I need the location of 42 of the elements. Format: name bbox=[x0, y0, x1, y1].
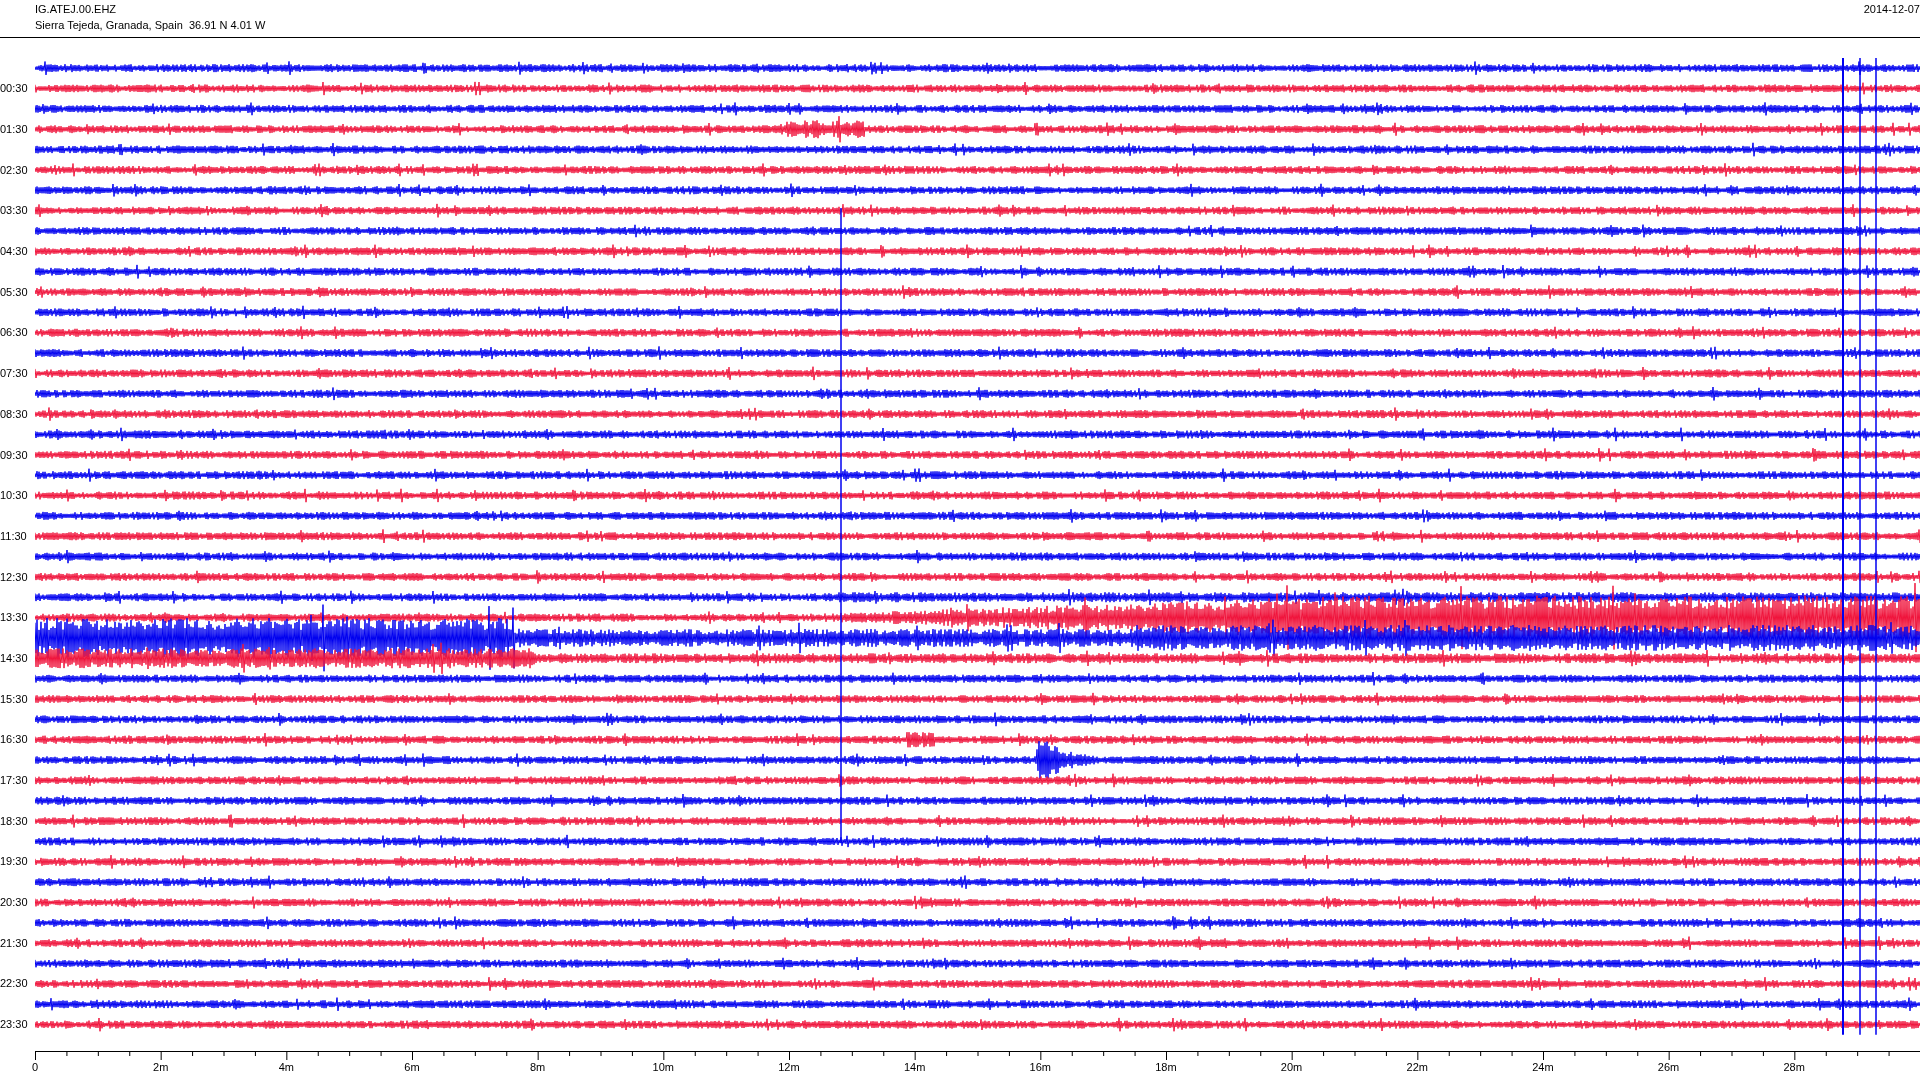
time-tick-label: 22m bbox=[1406, 1060, 1428, 1073]
time-tick-label: 2m bbox=[153, 1060, 169, 1073]
hour-label: 01:30 bbox=[0, 122, 29, 138]
time-tick-label: 0 bbox=[31, 1060, 39, 1073]
hour-label: 08:30 bbox=[0, 406, 29, 422]
time-tick-label: 6m bbox=[404, 1060, 420, 1073]
time-tick-label: 8m bbox=[530, 1060, 546, 1073]
time-tick-label: 18m bbox=[1155, 1060, 1177, 1073]
time-tick-label: 10m bbox=[652, 1060, 674, 1073]
hour-label: 23:30 bbox=[0, 1017, 29, 1033]
hour-label: 17:30 bbox=[0, 773, 29, 789]
hour-label: 21:30 bbox=[0, 935, 29, 951]
hour-label: 16:30 bbox=[0, 732, 29, 748]
time-tick-label: 16m bbox=[1029, 1060, 1051, 1073]
hour-label: 07:30 bbox=[0, 366, 29, 382]
hour-label: 22:30 bbox=[0, 976, 29, 992]
hour-label: 03:30 bbox=[0, 203, 29, 219]
hour-label: 02:30 bbox=[0, 162, 29, 178]
hour-label: 04:30 bbox=[0, 244, 29, 260]
hour-label: 19:30 bbox=[0, 854, 29, 870]
hour-label: 06:30 bbox=[0, 325, 29, 341]
hour-label: 20:30 bbox=[0, 895, 29, 911]
hour-label: 11:30 bbox=[0, 528, 28, 544]
hour-label: 13:30 bbox=[0, 610, 29, 626]
hour-label: 10:30 bbox=[0, 488, 29, 504]
hour-label: 18:30 bbox=[0, 813, 29, 829]
station-location: Sierra Tejeda, Granada, Spain 36.91 N 4.01 W bbox=[35, 19, 266, 32]
time-tick-label: 26m bbox=[1657, 1060, 1680, 1073]
record-date: 2014-12-07 bbox=[1863, 3, 1920, 17]
hour-label: 12:30 bbox=[0, 569, 29, 585]
time-tick-label: 4m bbox=[278, 1060, 294, 1073]
time-tick-label: 24m bbox=[1532, 1060, 1554, 1073]
hour-label: 14:30 bbox=[0, 650, 29, 666]
time-tick-label: 12m bbox=[778, 1060, 800, 1073]
hour-label: 15:30 bbox=[0, 691, 29, 707]
station-code: IG.ATEJ.00.EHZ bbox=[35, 3, 118, 16]
time-tick-label: 14m bbox=[903, 1060, 926, 1073]
time-tick-label: 28m bbox=[1783, 1060, 1805, 1073]
hour-label: 00:30 bbox=[0, 81, 29, 97]
hour-label: 09:30 bbox=[0, 447, 29, 463]
time-tick-label: 20m bbox=[1280, 1060, 1303, 1073]
hour-label: 05:30 bbox=[0, 284, 29, 300]
